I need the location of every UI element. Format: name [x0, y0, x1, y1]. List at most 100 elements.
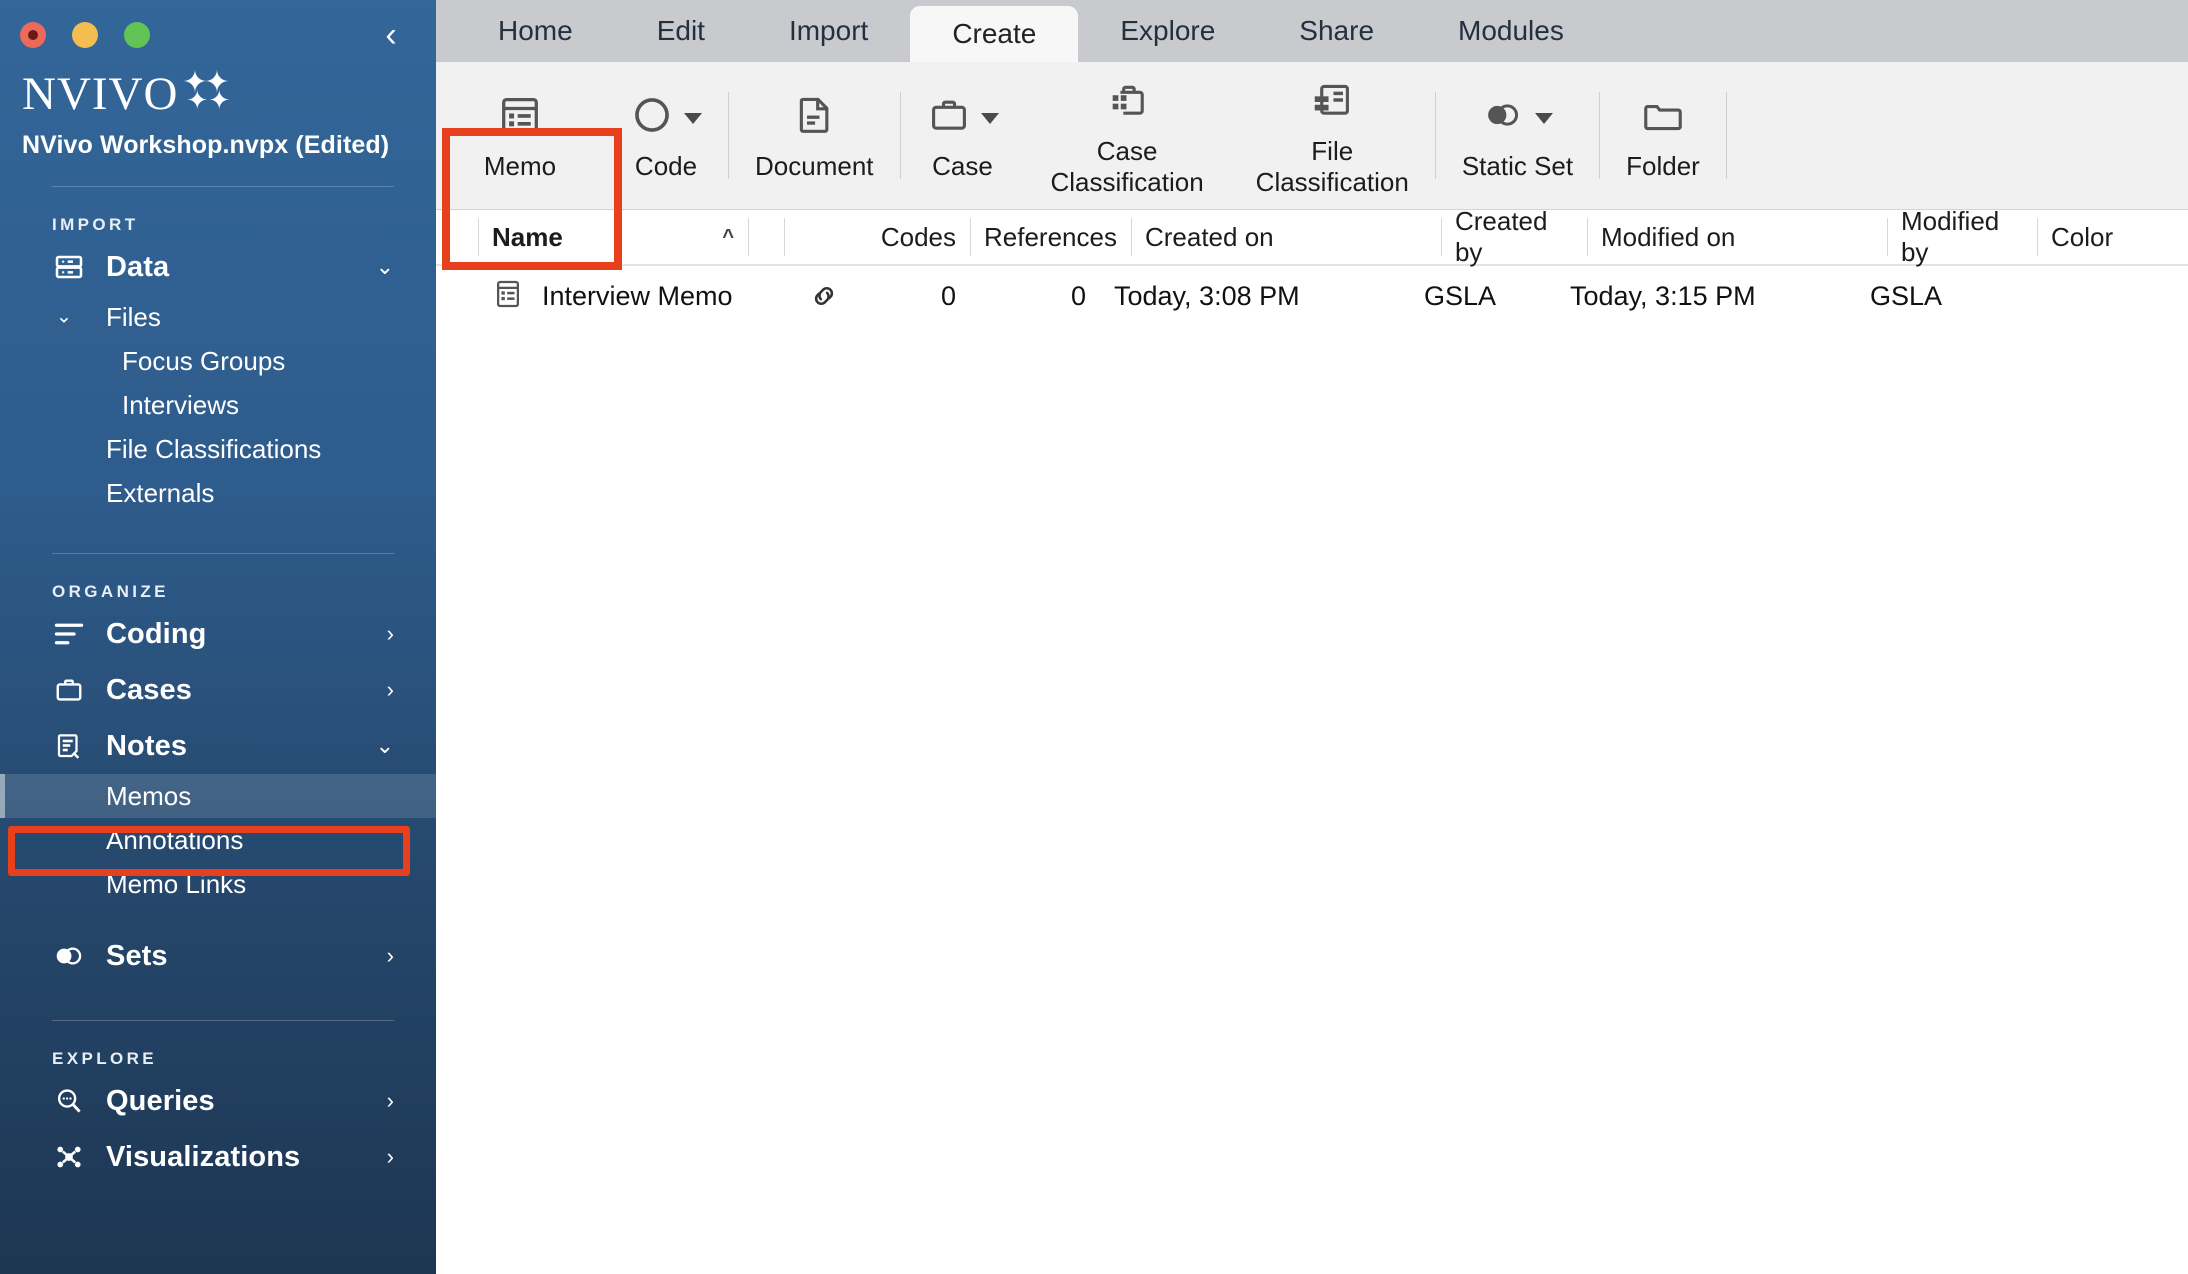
- cell-modified-on: Today, 3:15 PM: [1570, 280, 1756, 311]
- sidebar-item-annotations[interactable]: Annotations: [0, 818, 436, 862]
- create-case-classification-button[interactable]: Case Classification: [1025, 62, 1230, 209]
- tab-import[interactable]: Import: [747, 0, 910, 62]
- table-header-created-on[interactable]: Created on: [1130, 216, 1441, 258]
- chevron-right-icon[interactable]: ›: [387, 677, 394, 703]
- chevron-right-icon[interactable]: ›: [387, 1144, 394, 1170]
- chevron-down-icon[interactable]: [684, 112, 702, 124]
- cell-codes: 0: [940, 280, 956, 311]
- sidebar-item-data[interactable]: Data ⌄: [0, 239, 436, 295]
- create-memo-button[interactable]: Memo: [436, 62, 604, 209]
- tab-home[interactable]: Home: [456, 0, 615, 62]
- sidebar-item-file-classifications[interactable]: File Classifications: [0, 427, 436, 471]
- visualizations-icon: [52, 1140, 86, 1174]
- close-window-button[interactable]: [20, 22, 46, 48]
- sidebar-item-memo-links[interactable]: Memo Links: [0, 862, 436, 906]
- section-label-import: IMPORT: [52, 215, 139, 234]
- table-header-spacer: [748, 216, 784, 258]
- nvivo-logo: NVIVO ✦ ✦ ✦ ✦: [22, 68, 436, 118]
- sidebar-item-label: Memo Links: [106, 868, 247, 899]
- coding-lines-icon: [52, 617, 86, 651]
- sidebar-item-interviews[interactable]: Interviews: [0, 383, 436, 427]
- create-file-classification-button[interactable]: File Classification: [1230, 62, 1435, 209]
- chevron-right-icon[interactable]: ›: [387, 1088, 394, 1114]
- nvivo-window: ‹ NVIVO ✦ ✦ ✦ ✦ NVivo Workshop.nvpx (Edi…: [0, 0, 2188, 1274]
- sidebar-item-label: Data: [106, 250, 170, 283]
- table-header-label: Created on: [1144, 221, 1274, 252]
- chevron-right-icon[interactable]: ›: [387, 943, 394, 969]
- sidebar-item-label: Cases: [106, 673, 192, 706]
- sidebar-item-externals[interactable]: Externals: [0, 471, 436, 515]
- table-header-created-by[interactable]: Created by: [1440, 206, 1587, 267]
- table-row[interactable]: Interview Memo 0 0 Today, 3:08 PM GSLA T…: [436, 266, 2188, 326]
- table-header-modified-on[interactable]: Modified on: [1586, 216, 1887, 258]
- table-header-name[interactable]: Name ^: [478, 216, 748, 258]
- circle-code-icon: [630, 89, 702, 141]
- sidebar-item-memos[interactable]: Memos: [0, 774, 436, 818]
- query-search-icon: [52, 1084, 86, 1118]
- window-titlebar: ‹: [0, 0, 436, 62]
- tab-explore[interactable]: Explore: [1078, 0, 1257, 62]
- create-folder-button[interactable]: Folder: [1600, 62, 1726, 209]
- sidebar-item-label: Coding: [106, 617, 207, 650]
- ribbon-button-label: Memo: [483, 151, 557, 182]
- sidebar-item-files[interactable]: ⌄ Files: [0, 295, 436, 339]
- case-briefcase-icon: [927, 89, 999, 141]
- table-header-label: Color: [2050, 221, 2114, 252]
- create-code-button[interactable]: Code: [604, 62, 728, 209]
- ribbon-button-label: Folder: [1626, 151, 1700, 182]
- tab-share[interactable]: Share: [1257, 0, 1416, 62]
- sidebar-item-sets[interactable]: Sets ›: [0, 928, 436, 984]
- tab-edit[interactable]: Edit: [615, 0, 747, 62]
- case-classification-icon: [1105, 74, 1149, 126]
- cell-name-text: Interview Memo: [542, 280, 733, 311]
- cell-link-icon[interactable]: [784, 266, 864, 326]
- static-set-icon: [1481, 89, 1554, 141]
- sort-ascending-icon: ^: [722, 225, 734, 248]
- sidebar-item-visualizations[interactable]: Visualizations ›: [0, 1129, 436, 1185]
- table-header-label: Modified on: [1600, 221, 1736, 252]
- chevron-down-icon[interactable]: [980, 112, 999, 124]
- sidebar-item-label: Externals: [106, 477, 215, 508]
- sidebar-item-queries[interactable]: Queries ›: [0, 1073, 436, 1129]
- create-document-button[interactable]: Document: [729, 62, 900, 209]
- maximize-window-button[interactable]: [124, 22, 150, 48]
- cell-name[interactable]: Interview Memo: [478, 266, 748, 326]
- sidebar: ‹ NVIVO ✦ ✦ ✦ ✦ NVivo Workshop.nvpx (Edi…: [0, 0, 436, 1274]
- sidebar-item-coding[interactable]: Coding ›: [0, 606, 436, 662]
- briefcase-icon: [52, 673, 86, 707]
- traffic-light-buttons: [20, 22, 150, 48]
- table-header-gutter: [436, 216, 478, 258]
- tab-create[interactable]: Create: [910, 6, 1079, 62]
- table-header-label: Created by: [1454, 206, 1548, 267]
- ribbon-button-label: File Classification: [1255, 135, 1409, 197]
- sidebar-item-notes[interactable]: Notes ⌄: [0, 718, 436, 774]
- ribbon-tabbar: Home Edit Import Create Explore Share Mo…: [436, 0, 2188, 62]
- table-header-references[interactable]: References: [970, 216, 1131, 258]
- minimize-window-button[interactable]: [72, 22, 98, 48]
- file-classification-icon: [1310, 74, 1354, 126]
- chevron-down-icon[interactable]: ⌄: [376, 733, 394, 759]
- create-case-button[interactable]: Case: [901, 62, 1025, 209]
- sidebar-item-label: Focus Groups: [122, 345, 286, 376]
- chevron-left-icon[interactable]: ‹: [368, 12, 414, 58]
- table-header-label: Name: [492, 221, 563, 252]
- tab-modules[interactable]: Modules: [1416, 0, 1606, 62]
- sidebar-item-label: Visualizations: [106, 1140, 301, 1173]
- ribbon-button-label: Case: [932, 151, 993, 182]
- sidebar-item-cases[interactable]: Cases ›: [0, 662, 436, 718]
- ribbon-toolbar: Memo Code Document Case Case Classificat…: [436, 62, 2188, 270]
- ribbon-separator: [1725, 92, 1727, 179]
- ribbon-button-label: Document: [755, 151, 874, 182]
- chevron-right-icon[interactable]: ›: [387, 621, 394, 647]
- table-header-codes[interactable]: Codes: [864, 216, 970, 258]
- table-header-modified-by[interactable]: Modified by: [1886, 206, 2037, 267]
- table-header-color[interactable]: Color: [2036, 216, 2157, 258]
- table-header-link[interactable]: [784, 216, 864, 258]
- chevron-down-icon[interactable]: ⌄: [56, 306, 72, 329]
- chevron-down-icon[interactable]: ⌄: [376, 254, 394, 280]
- section-label-organize: ORGANIZE: [52, 582, 169, 601]
- create-static-set-button[interactable]: Static Set: [1436, 62, 1599, 209]
- chevron-down-icon[interactable]: [1535, 112, 1554, 124]
- sidebar-item-focus-groups[interactable]: Focus Groups: [0, 339, 436, 383]
- folder-icon: [1641, 89, 1685, 141]
